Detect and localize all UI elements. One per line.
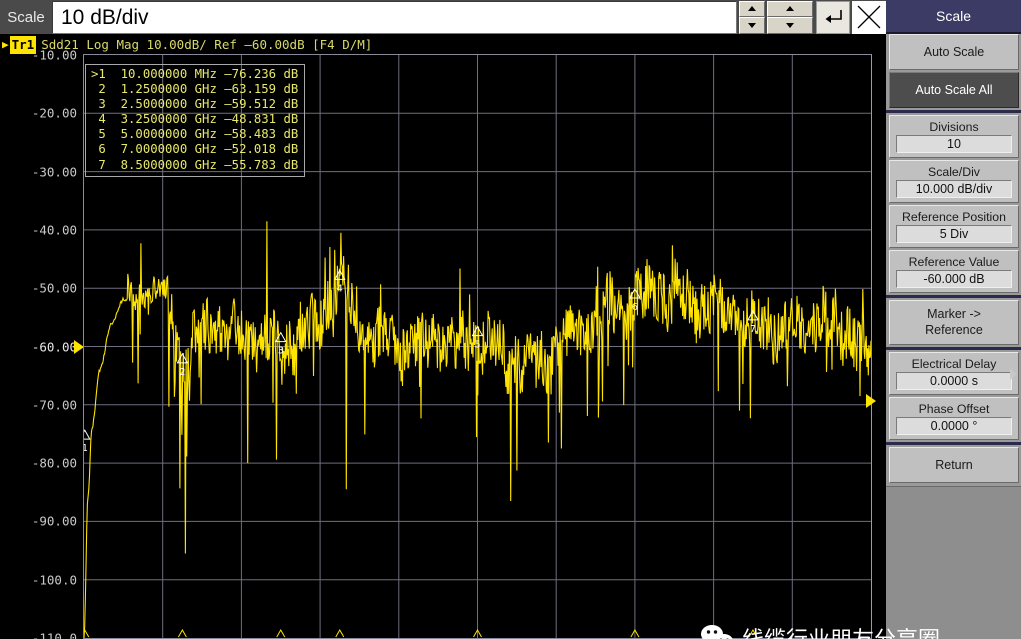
caret-down-icon [786,22,794,28]
softkey-sidebar: Scale Auto Scale Auto Scale All Divisions 1… [886,0,1021,639]
sidebar-item-label: Marker -> [927,307,981,321]
sidebar-field-value[interactable]: 10 [896,135,1012,153]
marker-number-label: 1 [84,443,88,454]
stepper-down-button-1[interactable] [739,17,765,34]
marker-readout-table[interactable]: >1 10.000000 MHz –76.236 dB 2 1.2500000 … [85,64,306,177]
sidebar-field-label: Reference Position [902,210,1006,224]
x-axis-marker-ticks [84,628,758,638]
sidebar-separator [886,347,1021,350]
y-axis-tick-label: -20.00 [31,105,77,121]
scale-input[interactable]: 10 dB/div [52,0,737,34]
marker-number-label: 7 [750,324,756,335]
sidebar-item-label-2: Reference [925,323,983,337]
trace-settings-text: Sdd21 Log Mag 10.00dB/ Ref –60.00dB [F4 … [41,37,373,52]
y-axis-tick-label: -50.00 [31,280,77,296]
close-button[interactable] [852,0,886,34]
sidebar-field-label: Reference Value [908,255,1000,269]
sidebar-item-reference-position[interactable]: Reference Position 5 Div [889,205,1019,248]
marker-triangle-icon[interactable] [84,429,91,440]
active-trace-arrow-icon: ▶ [2,38,9,51]
sidebar-item-return[interactable]: Return [889,447,1019,483]
top-toolbar: Scale 10 dB/div [0,0,886,35]
y-axis-tick-label: -100.0 [31,572,77,588]
y-axis-tick-label: -80.00 [31,455,77,471]
y-axis-tick-label: -70.00 [31,397,77,413]
sidebar-field-label: Electrical Delay [911,357,997,371]
value-stepper-1[interactable] [739,0,765,34]
sidebar-item-phase-offset[interactable]: Phase Offset 0.0000 ° [889,397,1019,440]
sidebar-empty-area [886,486,1021,639]
sidebar-field-value[interactable]: 10.000 dB/div [896,180,1012,198]
value-stepper-2[interactable] [767,0,813,34]
sidebar-field-value[interactable]: 5 Div [896,225,1012,243]
caret-down-icon [748,22,756,28]
stepper-up-button-1[interactable] [739,0,765,17]
marker-row[interactable]: 6 7.0000000 GHz –52.018 dB [91,142,298,157]
sidebar-field-value[interactable]: 0.0000 s [896,372,1012,390]
y-axis: -10.00 -20.00 -30.00 -40.00 -50.00 -60.00 -70.… [0,48,83,639]
marker-number-label: 6 [632,302,638,313]
enter-key-icon [825,10,842,23]
sidebar-item-auto-scale[interactable]: Auto Scale [889,34,1019,70]
y-axis-tick-label: -30.00 [31,164,77,180]
wechat-icon [701,625,733,639]
watermark-text: 线缆行业朋友分享圈 [742,622,940,639]
marker-number-label: 4 [337,283,343,294]
scale-label: Scale [0,0,52,34]
sidebar-item-electrical-delay[interactable]: Electrical Delay 0.0000 s [889,352,1019,395]
watermark: 线缆行业朋友分享圈 [700,622,940,639]
sidebar-field-value[interactable]: 0.0000 ° [896,417,1012,435]
marker-row[interactable]: 2 1.2500000 GHz –63.159 dB [91,82,298,97]
trace-status-line[interactable]: ▶ Tr1 Sdd21 Log Mag 10.00dB/ Ref –60.00d… [0,36,886,54]
y-axis-tick-label: -90.00 [31,513,77,529]
sidebar-items: Auto Scale Auto Scale All Divisions 10 Scale… [886,34,1021,483]
marker-number-label: 5 [474,340,480,351]
vna-screen: Scale 10 dB/div ▶ Tr1 Sdd21 Log Mag 10.0… [0,0,1021,639]
sidebar-item-label: Auto Scale All [915,83,993,97]
enter-button[interactable] [816,0,850,34]
chevron-right-icon [1010,367,1017,380]
reference-level-marker-right-icon [866,393,876,408]
y-axis-tick-label: -10.00 [31,47,77,63]
sidebar-item-label: Return [935,458,973,472]
marker-row[interactable]: 7 8.5000000 GHz –55.783 dB [91,158,298,173]
y-axis-tick-label: -110.0 [31,630,77,639]
sidebar-separator [886,295,1021,298]
sidebar-field-label: Phase Offset [918,402,990,416]
marker-row[interactable]: 5 5.0000000 GHz –58.483 dB [91,127,298,142]
marker-number-label: 3 [278,346,284,357]
sidebar-title: Scale [886,0,1021,34]
close-x-icon [857,5,881,29]
sidebar-item-auto-scale-all[interactable]: Auto Scale All [889,72,1019,108]
marker-row[interactable]: >1 10.000000 MHz –76.236 dB [91,67,298,82]
sidebar-field-value[interactable]: -60.000 dB [896,270,1012,288]
sidebar-item-reference-value[interactable]: Reference Value -60.000 dB [889,250,1019,293]
marker-number-label: 2 [179,367,185,378]
sidebar-item-divisions[interactable]: Divisions 10 [889,115,1019,158]
chart-region: -10.00 -20.00 -30.00 -40.00 -50.00 -60.00 -70.… [0,48,940,639]
marker-row[interactable]: 4 3.2500000 GHz –48.831 dB [91,112,298,127]
sidebar-item-label: Auto Scale [923,45,985,59]
sidebar-field-label: Scale/Div [928,165,980,179]
caret-up-icon [786,6,794,12]
sidebar-field-label: Divisions [929,120,979,134]
stepper-up-button-2[interactable] [767,0,813,17]
sidebar-item-scale-div[interactable]: Scale/Div 10.000 dB/div [889,160,1019,203]
y-axis-tick-label: -40.00 [31,222,77,238]
y-axis-tick-label: -60.00 [31,339,77,354]
sidebar-item-marker[interactable]: Marker -> Reference [889,300,1019,345]
sidebar-separator [886,110,1021,113]
sidebar-separator [886,442,1021,445]
marker-row[interactable]: 3 2.5000000 GHz –59.512 dB [91,97,298,112]
caret-up-icon [748,6,756,12]
stepper-down-button-2[interactable] [767,17,813,34]
